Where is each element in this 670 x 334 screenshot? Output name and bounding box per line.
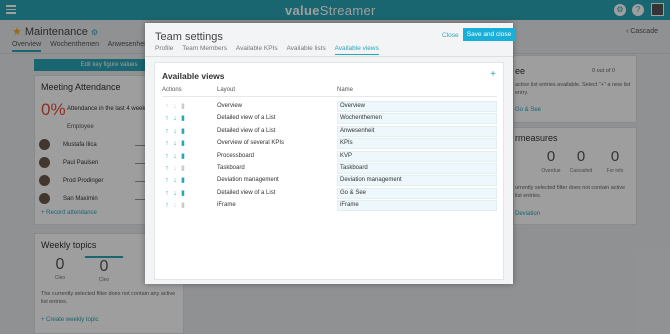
arrow-up-icon[interactable]: ↑: [163, 127, 171, 136]
row-actions: ↑ ↓ ▮: [163, 201, 193, 210]
view-layout: Taskboard: [217, 165, 245, 171]
arrow-up-icon[interactable]: ↑: [163, 139, 171, 148]
arrow-down-icon: ↓: [173, 202, 177, 210]
tab-available-views[interactable]: Available views: [334, 45, 379, 55]
panel-title: Available views: [162, 71, 225, 81]
view-name-input[interactable]: KPIs: [337, 138, 497, 150]
arrow-up-icon[interactable]: ↑: [163, 176, 171, 185]
row-actions: ↑ ↓ ▮: [163, 114, 193, 123]
arrow-down-icon[interactable]: ↓: [171, 176, 179, 185]
arrow-down-icon[interactable]: ↓: [171, 127, 179, 136]
arrow-down-icon[interactable]: ↓: [171, 114, 179, 123]
column-header-actions: Actions: [162, 87, 182, 93]
table-row: ↑ ↓ ▮ iFrame iFrame: [162, 200, 497, 212]
available-views-panel: Available views + Actions Layout Name ↑ ↓…: [154, 62, 504, 280]
table-row: ↑ ↓ ▮ Detailed view of a List Go & See: [162, 187, 497, 199]
row-actions: ↑ ↓ ▮: [163, 189, 193, 198]
column-header-layout: Layout: [217, 87, 236, 93]
column-header-name: Name: [337, 87, 354, 93]
trash-icon[interactable]: ▮: [179, 127, 187, 136]
view-name-input[interactable]: Overview: [337, 101, 497, 112]
trash-icon: ▮: [181, 165, 185, 172]
row-actions: ↑ ↓ ▮: [163, 152, 193, 161]
table-row: ↑ ↓ ▮ Detailed view of a List Anwesenheit: [162, 125, 497, 137]
view-layout: Detailed view of a List: [217, 127, 276, 134]
arrow-down-icon[interactable]: ↓: [171, 139, 179, 148]
view-layout: Detailed view of a List: [217, 115, 276, 122]
view-name-input[interactable]: Deviation management: [337, 175, 497, 187]
view-name-input[interactable]: iFrame: [337, 200, 497, 212]
row-actions: ↑ ↓ ▮: [163, 102, 193, 111]
row-actions: ↑ ↓ ▮: [163, 164, 193, 173]
trash-icon[interactable]: ▮: [179, 139, 187, 148]
arrow-up-icon: ↑: [165, 103, 169, 110]
view-name-input[interactable]: Go & See: [337, 187, 497, 199]
arrow-up-icon[interactable]: ↑: [163, 201, 171, 210]
team-settings-modal: Team settings Profile Team Members Avail…: [145, 23, 515, 284]
view-layout: iFrame: [217, 202, 236, 209]
arrow-up-icon[interactable]: ↑: [163, 152, 171, 161]
arrow-down-icon[interactable]: ↓: [171, 152, 179, 161]
arrow-up-icon[interactable]: ↑: [163, 164, 171, 173]
table-row: ↑ ↓ ▮ Detailed view of a List Wochenthemen: [162, 113, 497, 125]
arrow-down-icon: ↓: [173, 103, 177, 110]
view-layout: Overview of several KPIs: [217, 140, 285, 147]
arrow-down-icon[interactable]: ↓: [171, 189, 179, 198]
table-row: ↑ ↓ ▮ Processboard KVP: [162, 150, 497, 162]
tabs-divider: [145, 56, 513, 57]
trash-icon: ▮: [181, 103, 185, 110]
row-actions: ↑ ↓ ▮: [163, 127, 193, 136]
table-row: ↑ ↓ ▮ Taskboard Taskboard: [162, 163, 497, 174]
settings-tabs: Profile Team Members Available KPIs Avai…: [155, 45, 386, 55]
row-actions: ↑ ↓ ▮: [163, 176, 193, 185]
tab-team-members[interactable]: Team Members: [182, 45, 227, 54]
view-layout: Detailed view of a List: [217, 189, 276, 196]
save-and-close-button[interactable]: Save and close: [463, 28, 515, 41]
trash-icon[interactable]: ▮: [179, 152, 187, 161]
view-name-input[interactable]: Taskboard: [337, 163, 497, 174]
header-divider: [162, 96, 497, 97]
trash-icon[interactable]: ▮: [179, 189, 187, 198]
arrow-down-icon: ↓: [173, 165, 177, 172]
view-name-input[interactable]: Anwesenheit: [337, 125, 497, 137]
add-icon[interactable]: +: [490, 69, 496, 80]
table-row: ↑ ↓ ▮ Overview Overview: [162, 101, 497, 112]
view-name-input[interactable]: Wochenthemen: [337, 113, 497, 125]
arrow-up-icon[interactable]: ↑: [163, 189, 171, 198]
arrow-up-icon[interactable]: ↑: [163, 114, 171, 123]
view-name-input[interactable]: KVP: [337, 150, 497, 162]
table-row: ↑ ↓ ▮ Overview of several KPIs KPIs: [162, 138, 497, 150]
view-layout: Deviation management: [217, 177, 279, 184]
trash-icon[interactable]: ▮: [179, 114, 187, 123]
close-button[interactable]: Close: [442, 32, 459, 39]
tab-available-lists[interactable]: Available lists: [286, 45, 325, 54]
view-layout: Processboard: [217, 152, 255, 159]
row-actions: ↑ ↓ ▮: [163, 139, 193, 148]
tab-available-kpis[interactable]: Available KPIs: [236, 45, 278, 54]
view-layout: Overview: [217, 103, 243, 109]
table-row: ↑ ↓ ▮ Deviation management Deviation managem…: [162, 175, 497, 187]
tab-profile[interactable]: Profile: [155, 45, 173, 54]
trash-icon: ▮: [181, 202, 185, 210]
modal-title: Team settings: [155, 31, 223, 43]
trash-icon[interactable]: ▮: [179, 176, 187, 185]
